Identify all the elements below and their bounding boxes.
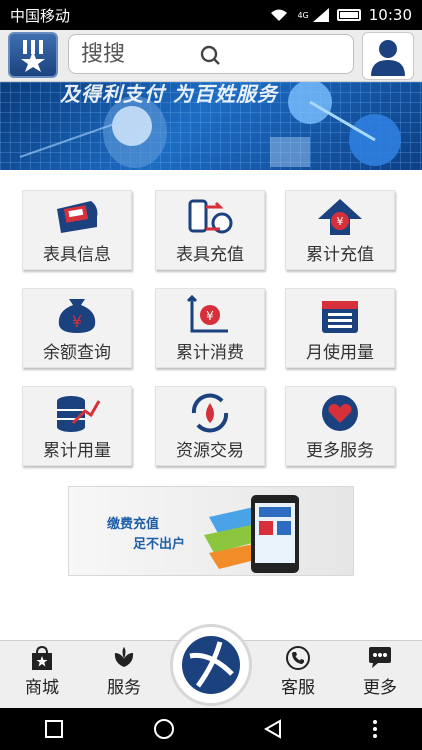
user-icon (371, 40, 405, 76)
cumulative-consumption-icon: ¥ (186, 295, 228, 333)
promo-line-1: 缴费充值 (107, 517, 160, 532)
logo-button[interactable] (8, 32, 58, 78)
recent-apps-icon[interactable] (44, 719, 64, 739)
promo-line-2: 足不出户 (133, 537, 186, 552)
nav-label: 服务 (107, 678, 141, 698)
grid-item-meter-info[interactable]: 表具信息 (22, 190, 132, 270)
user-profile-button[interactable] (362, 32, 414, 80)
banner-slogan: 及得利支付 为百姓服务 (60, 82, 278, 106)
search-icon[interactable] (199, 44, 223, 68)
grid-item-more-services[interactable]: 更多服务 (285, 386, 395, 466)
meter-info-icon (57, 201, 98, 233)
meter-recharge-icon (188, 199, 233, 234)
grid-item-label: 资源交易 (176, 441, 244, 461)
system-nav-bar (0, 708, 422, 750)
grid-item-label: 余额查询 (43, 343, 111, 363)
grid-item-monthly-usage[interactable]: 月使用量 (285, 288, 395, 368)
brand-logo-icon (182, 636, 240, 694)
grid-item-label: 表具充值 (176, 245, 244, 265)
logo-icon (21, 40, 45, 72)
grid-item-label: 月使用量 (306, 343, 374, 363)
grid-item-cumulative-usage[interactable]: 累计用量 (22, 386, 132, 466)
grid-item-label: 累计消费 (176, 343, 244, 363)
center-home-button[interactable] (170, 624, 252, 706)
status-indicators: 4G 10:30 (269, 6, 412, 24)
clock: 10:30 (368, 6, 412, 24)
signal-icon (312, 8, 329, 22)
nav-item-more[interactable]: 更多 (340, 645, 420, 707)
nav-label: 更多 (363, 678, 397, 698)
balance-query-icon: ¥ (58, 299, 96, 333)
grid-item-meter-recharge[interactable]: 表具充值 (155, 190, 265, 270)
nav-label: 商城 (25, 678, 59, 698)
grid-item-label: 累计用量 (43, 441, 111, 461)
resource-trade-icon (191, 393, 229, 433)
app-screen: 中国移动 4G 10:30 搜搜 及得利支付 为百姓服务 表具信息 表具充值 ¥… (0, 0, 422, 750)
svg-text:¥: ¥ (337, 215, 344, 228)
grid-item-label: 表具信息 (43, 245, 111, 265)
chat-more-icon (369, 647, 391, 668)
battery-icon (336, 9, 361, 21)
grid-item-cumulative-recharge[interactable]: ¥ 累计充值 (285, 190, 395, 270)
promo-banner[interactable]: 缴费充值 足不出户 (68, 486, 354, 576)
banner[interactable]: 及得利支付 为百姓服务 (0, 82, 422, 170)
grid-item-resource-trade[interactable]: 资源交易 (155, 386, 265, 466)
cumulative-usage-icon (57, 396, 101, 432)
flower-icon (114, 647, 134, 667)
svg-text:¥: ¥ (206, 309, 214, 323)
status-bar: 中国移动 4G 10:30 (0, 0, 422, 30)
grid-item-label: 更多服务 (306, 441, 374, 461)
home-icon[interactable] (153, 718, 175, 740)
search-input[interactable] (81, 41, 271, 67)
grid-item-balance-query[interactable]: ¥ 余额查询 (22, 288, 132, 368)
svg-text:¥: ¥ (72, 312, 82, 331)
cumulative-recharge-icon: ¥ (318, 199, 362, 235)
nav-item-shop[interactable]: 商城 (2, 645, 82, 707)
grid-item-label: 累计充值 (306, 245, 374, 265)
monthly-usage-icon (322, 301, 358, 333)
network-type: 4G (297, 10, 309, 20)
overflow-menu-icon[interactable] (372, 719, 378, 739)
app-header (0, 30, 422, 82)
back-icon[interactable] (263, 719, 283, 739)
nav-label: 客服 (281, 678, 315, 698)
shop-bag-icon (32, 645, 52, 670)
nav-item-services[interactable]: 服务 (84, 645, 164, 707)
phone-icon (286, 646, 310, 670)
search-box[interactable] (68, 34, 354, 74)
grid-item-cumulative-consumption[interactable]: ¥ 累计消费 (155, 288, 265, 368)
nav-item-customer-service[interactable]: 客服 (258, 645, 338, 707)
more-services-icon (322, 395, 358, 431)
wifi-icon (271, 9, 288, 21)
carrier-name: 中国移动 (10, 6, 71, 25)
